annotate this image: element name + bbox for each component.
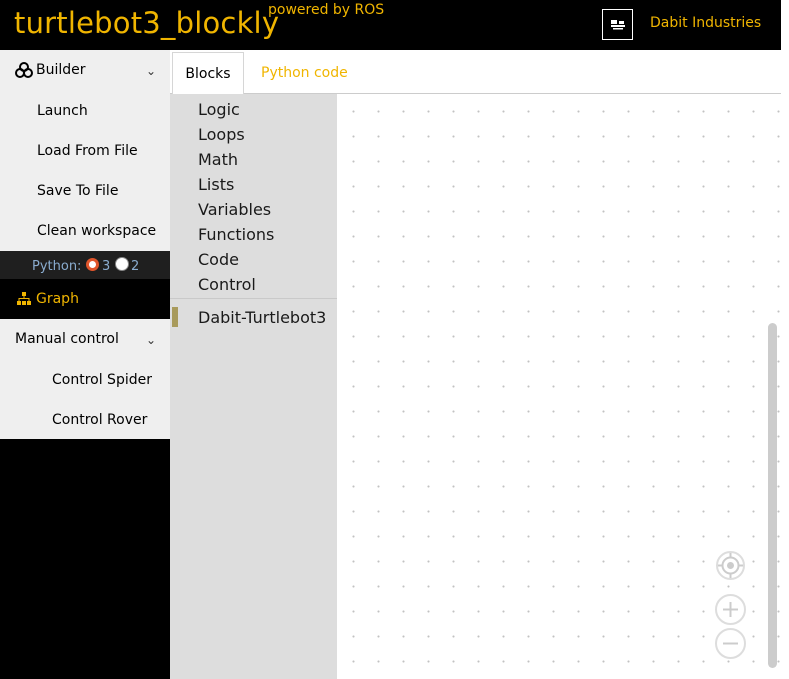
tab-python-code[interactable]: Python code <box>261 52 348 93</box>
toolbox-category-code[interactable]: Code <box>198 250 239 269</box>
toolbox-category-functions[interactable]: Functions <box>198 225 274 244</box>
tab-blocks[interactable]: Blocks <box>172 52 244 95</box>
editor-tabs: Blocks Python code <box>170 50 781 95</box>
zoom-out-icon[interactable] <box>715 628 746 659</box>
control-spider-button[interactable]: Control Spider <box>52 372 152 388</box>
python-version-selector: Python: 3 2 <box>0 251 170 279</box>
app-title: turtlebot3_blockly <box>14 6 280 40</box>
builder-label: Builder <box>36 62 86 78</box>
graph-menu-item[interactable]: Graph <box>0 279 170 319</box>
builder-menu-header[interactable]: Builder ⌄ <box>0 50 170 90</box>
window-edge <box>781 0 789 679</box>
toolbox-category-logic[interactable]: Logic <box>198 100 240 119</box>
manual-control-label: Manual control <box>15 331 119 347</box>
launch-button[interactable]: Launch <box>37 103 88 119</box>
blockly-toolbox: Logic Loops Math Lists Variables Functio… <box>170 94 337 679</box>
manual-control-header[interactable]: Manual control ⌄ <box>0 319 170 359</box>
control-rover-button[interactable]: Control Rover <box>52 412 147 428</box>
graph-label: Graph <box>36 291 79 307</box>
python-label: Python: <box>32 259 82 274</box>
workspace-scrollbar[interactable] <box>768 323 777 668</box>
toolbox-category-control[interactable]: Control <box>198 275 256 294</box>
category-color-marker <box>172 307 178 327</box>
builder-panel: Builder ⌄ Launch Load From File Save To … <box>0 50 170 251</box>
blockly-workspace[interactable] <box>337 94 781 679</box>
app-header: turtlebot3_blockly powered by ROS Dabit … <box>0 0 781 50</box>
toolbox-separator <box>170 298 337 299</box>
powered-by-text: powered by ROS <box>268 2 385 18</box>
clean-workspace-button[interactable]: Clean workspace <box>37 223 156 239</box>
save-to-file-button[interactable]: Save To File <box>37 183 118 199</box>
manual-control-panel: Manual control ⌄ Control Spider Control … <box>0 319 170 439</box>
toolbox-category-loops[interactable]: Loops <box>198 125 245 144</box>
python3-radio[interactable] <box>86 258 99 271</box>
python2-radio[interactable] <box>115 257 129 271</box>
toolbox-category-lists[interactable]: Lists <box>198 175 234 194</box>
sitemap-icon <box>17 292 31 309</box>
recenter-icon[interactable] <box>716 551 745 580</box>
zoom-in-icon[interactable] <box>715 594 746 625</box>
chevron-down-icon[interactable]: ⌄ <box>146 333 156 347</box>
sidebar: Builder ⌄ Launch Load From File Save To … <box>0 50 170 251</box>
chevron-down-icon[interactable]: ⌄ <box>146 64 156 78</box>
python3-label: 3 <box>102 259 111 274</box>
company-link[interactable]: Dabit Industries <box>650 15 761 31</box>
cubes-icon <box>15 62 33 82</box>
python2-label: 2 <box>131 259 140 274</box>
dabit-logo-icon[interactable] <box>602 9 633 40</box>
toolbox-category-variables[interactable]: Variables <box>198 200 271 219</box>
load-from-file-button[interactable]: Load From File <box>37 143 138 159</box>
toolbox-category-dabit-turtlebot3[interactable]: Dabit-Turtlebot3 <box>198 308 326 327</box>
toolbox-category-math[interactable]: Math <box>198 150 238 169</box>
